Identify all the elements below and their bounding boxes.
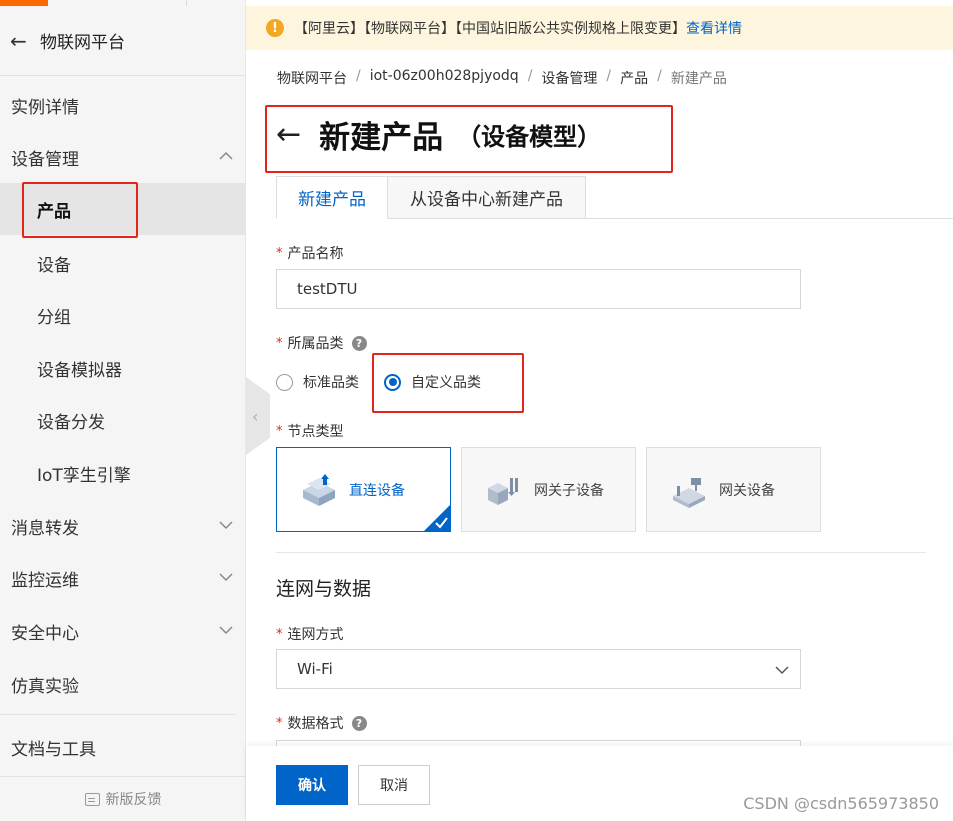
page-title: ← 新建产品 （设备模型）: [276, 112, 601, 157]
confirm-button[interactable]: 确认: [276, 765, 348, 805]
sidebar-item-iot-twin-engine[interactable]: IoT孪生引擎: [0, 447, 246, 499]
feedback-icon: [84, 792, 100, 806]
section-title-network-data: 连网与数据: [276, 578, 372, 600]
radio-circle: [384, 373, 401, 391]
sidebar-divider: [0, 714, 236, 715]
announcement-text: 【阿里云】【物联网平台】【中国站旧版公共实例规格上限变更】: [294, 21, 686, 37]
help-icon[interactable]: ?: [351, 335, 367, 351]
sidebar-item-instance-details[interactable]: 实例详情: [0, 79, 246, 131]
back-arrow-icon[interactable]: ←: [276, 117, 301, 152]
back-arrow-icon[interactable]: ←: [10, 29, 34, 53]
node-card-gateway-device[interactable]: 网关设备: [646, 447, 821, 532]
watermark: CSDN @csdn565973850: [743, 794, 939, 813]
sidebar-item-device-management[interactable]: 设备管理: [0, 131, 246, 183]
footer-bar: 确认 取消 CSDN @csdn565973850: [246, 746, 953, 821]
required-marker: *: [276, 335, 283, 351]
breadcrumb: 物联网平台 / iot-06z00h028pjyodq / 设备管理 / 产品 / 新建…: [277, 68, 727, 88]
chevron-down-icon: [219, 573, 233, 582]
breadcrumb-item[interactable]: 产品: [620, 68, 648, 88]
cancel-button[interactable]: 取消: [358, 765, 430, 805]
sidebar: ← 物联网平台 实例详情 设备管理 产品 设备 分组 设备模拟器 设备分发 Io…: [0, 0, 246, 821]
gateway-subdevice-icon: [488, 477, 518, 505]
chevron-down-icon: [219, 521, 233, 530]
sidebar-item-groups[interactable]: 分组: [0, 289, 246, 341]
sidebar-item-device-simulator[interactable]: 设备模拟器: [0, 342, 246, 394]
required-marker: *: [276, 626, 283, 642]
product-name-label: * 产品名称: [276, 245, 344, 263]
required-marker: *: [276, 245, 283, 261]
data-format-label: * 数据格式 ?: [276, 713, 367, 733]
sidebar-item-devices[interactable]: 设备: [0, 237, 246, 289]
sidebar-item-device-distribution[interactable]: 设备分发: [0, 394, 246, 446]
feedback-button[interactable]: 新版反馈: [0, 776, 246, 821]
chevron-left-icon: ‹: [252, 406, 259, 426]
gateway-device-icon: [673, 477, 705, 508]
announcement-bar: ! 【阿里云】【物联网平台】【中国站旧版公共实例规格上限变更】 查看详情: [246, 6, 953, 50]
chevron-down-icon: [775, 666, 789, 675]
node-card-gateway-subdevice[interactable]: 网关子设备: [461, 447, 636, 532]
breadcrumb-item[interactable]: iot-06z00h028pjyodq: [370, 68, 519, 88]
required-marker: *: [276, 423, 283, 439]
sidebar-item-products[interactable]: 产品: [0, 183, 246, 235]
sidebar-item-message-forwarding[interactable]: 消息转发: [0, 500, 246, 552]
network-method-label: * 连网方式: [276, 626, 344, 644]
sidebar-item-docs-tools[interactable]: 文档与工具: [0, 721, 246, 773]
chevron-up-icon: [219, 151, 233, 160]
selected-check-icon: [424, 505, 450, 531]
sidebar-item-security-center[interactable]: 安全中心: [0, 605, 246, 657]
radio-standard-category[interactable]: 标准品类: [276, 372, 359, 392]
breadcrumb-item[interactable]: 设备管理: [541, 68, 597, 88]
required-marker: *: [276, 715, 283, 731]
page-subtitle: （设备模型）: [457, 123, 602, 151]
node-card-direct-device[interactable]: 直连设备: [276, 447, 451, 532]
chevron-down-icon: [219, 626, 233, 635]
breadcrumb-current: 新建产品: [670, 71, 727, 87]
product-name-input[interactable]: [276, 269, 801, 309]
tab-new-product[interactable]: 新建产品: [276, 176, 388, 219]
sidebar-title: 物联网平台: [40, 33, 125, 53]
category-label: * 所属品类 ?: [276, 333, 367, 353]
section-divider: [276, 552, 926, 553]
node-type-label: * 节点类型: [276, 423, 344, 441]
sidebar-header[interactable]: ← 物联网平台: [0, 6, 246, 76]
breadcrumb-item[interactable]: 物联网平台: [277, 68, 347, 88]
direct-device-icon: [303, 473, 335, 506]
tab-bar: 新建产品 从设备中心新建产品: [276, 176, 953, 219]
page-title-text: 新建产品: [319, 120, 444, 156]
radio-circle: [276, 373, 293, 391]
sidebar-item-monitoring-ops[interactable]: 监控运维: [0, 552, 246, 604]
sidebar-collapse-handle[interactable]: ‹: [246, 377, 270, 455]
help-icon[interactable]: ?: [351, 715, 367, 731]
warning-icon: !: [266, 19, 284, 37]
tab-new-from-device-center[interactable]: 从设备中心新建产品: [388, 176, 586, 219]
sidebar-item-simulation-lab[interactable]: 仿真实验: [0, 658, 246, 710]
network-method-select[interactable]: Wi-Fi: [276, 649, 801, 689]
announcement-link[interactable]: 查看详情: [686, 18, 742, 38]
radio-custom-category[interactable]: 自定义品类: [384, 372, 481, 392]
